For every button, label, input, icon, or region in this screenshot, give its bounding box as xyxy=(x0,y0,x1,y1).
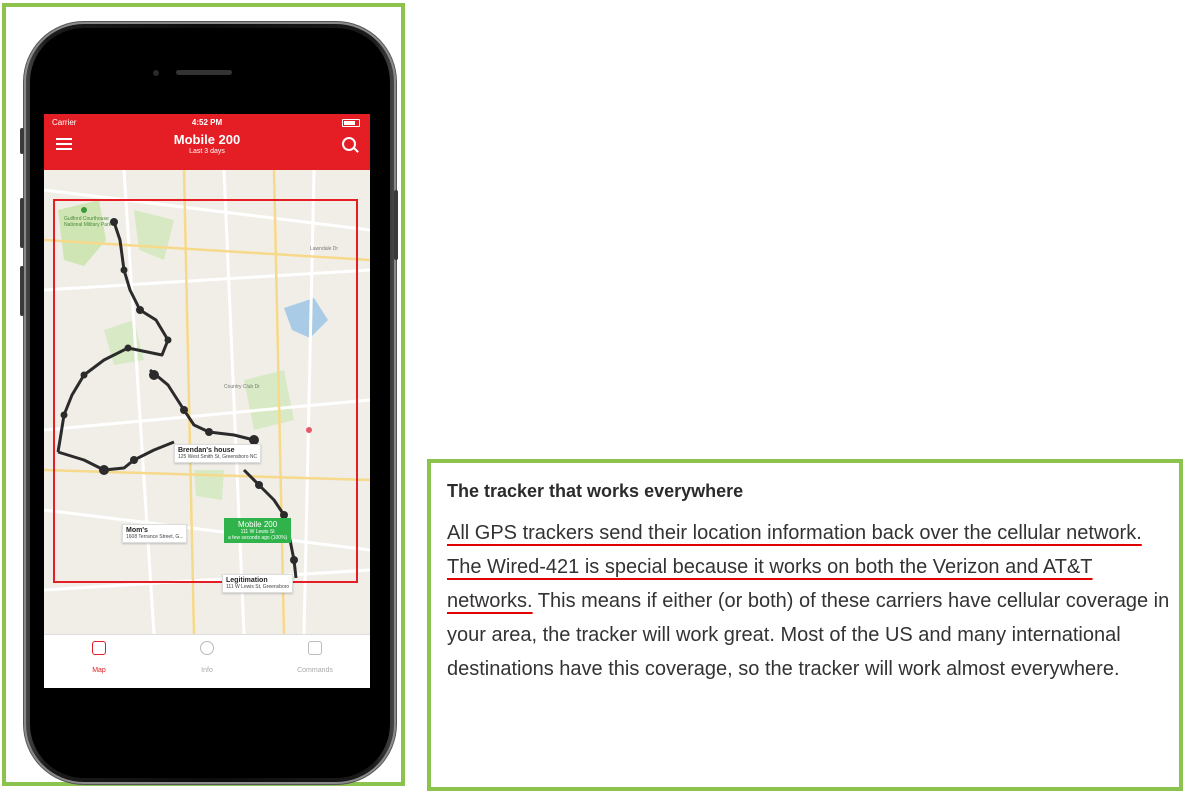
commands-icon xyxy=(308,641,322,655)
map-callout-legitimation[interactable]: Legitimation 111 W Lewis St, Greensboro xyxy=(222,574,294,593)
map-icon xyxy=(92,641,106,655)
road-label: Lawndale Dr xyxy=(310,246,339,252)
callout-title: Brendan's house xyxy=(178,447,235,454)
article-excerpt-panel: The tracker that works everywhere All GP… xyxy=(427,459,1183,791)
bottom-tab-bar: Map Info Commands xyxy=(44,634,370,688)
battery-icon xyxy=(342,119,360,127)
tab-label: Map xyxy=(92,667,106,674)
tab-info[interactable]: Info xyxy=(162,641,252,677)
tab-commands[interactable]: Commands xyxy=(270,641,360,677)
device-location-callout[interactable]: Mobile 200 111 W Lewis St a few seconds … xyxy=(224,518,292,543)
callout-address: 111 W Lewis St, Greensboro xyxy=(226,584,290,590)
phone-volume-up xyxy=(20,198,24,248)
tab-map[interactable]: Map xyxy=(54,641,144,677)
device-callout-title: Mobile 200 xyxy=(238,520,278,529)
app-title: Mobile 200 xyxy=(173,132,241,147)
app-header: Carrier 4:52 PM Mobile 200 Last 3 days xyxy=(44,114,370,170)
article-body-text: This means if either (or both) of these … xyxy=(447,590,1170,680)
article-heading: The tracker that works everywhere xyxy=(447,481,744,501)
tab-label: Info xyxy=(201,667,213,674)
phone-earpiece xyxy=(176,70,232,75)
map-callout-moms[interactable]: Mom's 1608 Terrance Street, G... xyxy=(122,524,188,543)
search-icon[interactable] xyxy=(342,137,356,151)
tab-label: Commands xyxy=(297,667,333,674)
phone-camera xyxy=(153,70,159,76)
map-view[interactable]: Guilford Courthouse National Military Pa… xyxy=(44,170,370,634)
article-body: All GPS trackers send their location inf… xyxy=(447,516,1175,686)
status-time: 4:52 PM xyxy=(191,118,223,127)
info-icon xyxy=(200,641,214,655)
map-callout-brendans-house[interactable]: Brendan's house 125 West Smith St, Green… xyxy=(174,444,262,463)
callout-title: Mom's xyxy=(126,527,148,534)
device-callout-status: a few seconds ago (100%) xyxy=(228,535,288,541)
map-canvas xyxy=(44,170,370,634)
app-subtitle: Last 3 days xyxy=(189,148,225,155)
callout-address: 125 West Smith St, Greensboro NC xyxy=(178,454,258,460)
app-screen: Carrier 4:52 PM Mobile 200 Last 3 days G… xyxy=(44,114,370,688)
callout-title: Legitimation xyxy=(226,577,268,584)
phone-power-button xyxy=(394,190,398,260)
park-label: Guilford Courthouse National Military Pa… xyxy=(64,216,112,228)
callout-address: 1608 Terrance Street, G... xyxy=(126,534,184,540)
phone-side-button xyxy=(20,128,24,154)
phone-volume-down xyxy=(20,266,24,316)
road-label: Country Club Dr xyxy=(224,384,260,390)
